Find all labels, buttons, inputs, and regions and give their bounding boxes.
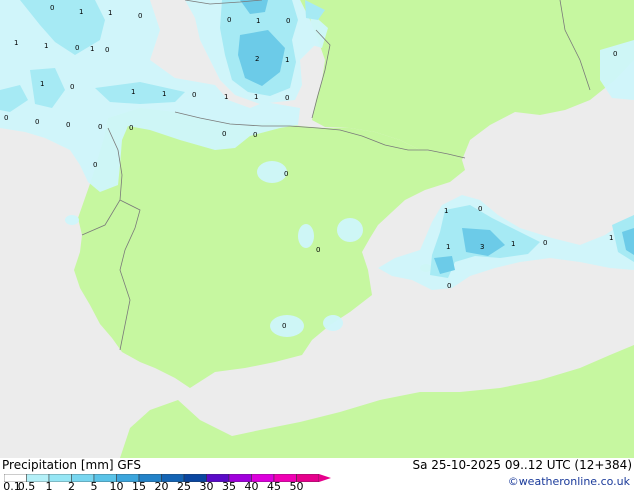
contour-label: 0 [75, 44, 79, 52]
contour-label: 0 [613, 50, 617, 58]
contour-label: 0 [284, 170, 288, 178]
contour-label: 0 [66, 121, 70, 129]
contour-label: 0 [253, 131, 257, 139]
contour-label: 1 [90, 45, 94, 53]
legend-tick-label: 2 [68, 480, 75, 493]
legend-tick-label: 20 [154, 480, 169, 493]
contour-label: 1 [254, 93, 258, 101]
contour-label: 1 [444, 207, 448, 215]
footer: Precipitation [mm] GFS Sa 25-10-2025 09.… [0, 458, 634, 493]
contour-label: 1 [511, 240, 515, 248]
legend-tick-label: 15 [132, 480, 146, 493]
contour-label: 0 [50, 4, 54, 12]
legend-tick-label: 30 [199, 480, 214, 493]
legend-tick-label: 50 [289, 480, 304, 493]
contour-label: 0 [138, 12, 142, 20]
contour-label: 0 [447, 282, 451, 290]
contour-label: 0 [98, 123, 102, 131]
contour-label: 1 [14, 39, 18, 47]
contour-label: 1 [131, 88, 135, 96]
contour-label: 0 [285, 94, 289, 102]
map-title: Precipitation [mm] GFS [2, 458, 141, 472]
contour-label: 0 [129, 124, 133, 132]
legend-tick-label: 10 [109, 480, 124, 493]
legend-tick-label: 25 [177, 480, 191, 493]
contour-label: 0 [478, 205, 482, 213]
contour-label: 0 [222, 130, 226, 138]
contour-label: 1 [256, 17, 260, 25]
contour-label: 0 [282, 322, 286, 330]
contour-label: 1 [108, 9, 112, 17]
legend-tick-label: 40 [244, 480, 259, 493]
contour-label: 0 [70, 83, 74, 91]
contour-label: 1 [79, 8, 83, 16]
contour-label: 0 [105, 46, 109, 54]
contour-label: 0 [192, 91, 196, 99]
legend-arrow [319, 474, 331, 482]
precipitation-map: 0 1 1 0 1 1 0 0 1 0 0 1 2 1 0 1 0 1 1 0 … [0, 0, 634, 458]
contour-label: 1 [162, 90, 166, 98]
contour-label: 1 [446, 243, 450, 251]
contour-label: 0 [227, 16, 231, 24]
contour-label: 1 [44, 42, 48, 50]
legend-tick-label: 35 [222, 480, 236, 493]
legend-tick-label: 45 [267, 480, 281, 493]
contour-label: 0 [35, 118, 39, 126]
contour-label: 3 [480, 243, 484, 251]
legend-tick-label: 5 [90, 480, 98, 493]
contour-label: 0 [286, 17, 290, 25]
contour-label: 0 [93, 161, 97, 169]
contour-label: 1 [40, 80, 44, 88]
legend-tick-label: 1 [45, 480, 53, 493]
contour-label: 2 [255, 55, 259, 63]
valid-time: Sa 25-10-2025 09..12 UTC (12+384) [412, 458, 632, 472]
contour-label: 1 [285, 56, 289, 64]
contour-label: 1 [224, 93, 228, 101]
contour-label: 0 [4, 114, 8, 122]
legend-tick-label: 0.5 [17, 480, 36, 493]
credit-link[interactable]: ©weatheronline.co.uk [508, 475, 630, 488]
contour-label: 0 [543, 239, 547, 247]
contour-label: 1 [609, 234, 613, 242]
contour-label: 0 [316, 246, 320, 254]
